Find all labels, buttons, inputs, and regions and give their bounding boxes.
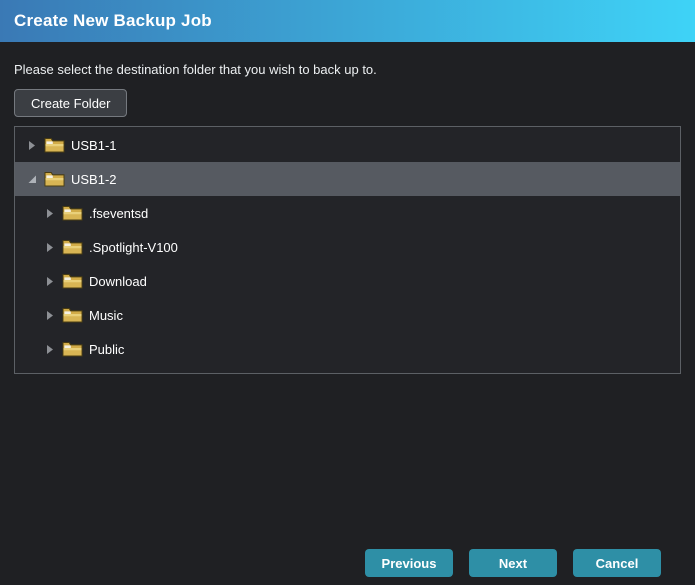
- expand-arrow-icon[interactable]: [27, 140, 37, 150]
- folder-icon: [44, 171, 65, 187]
- tree-row-label: .Spotlight-V100: [89, 239, 178, 255]
- tree-row-label: Download: [89, 273, 147, 289]
- tree-row-label: Music: [89, 307, 123, 323]
- tree-row-download[interactable]: Download: [15, 264, 680, 298]
- tree-row-label: USB1-2: [71, 171, 117, 187]
- instruction-text: Please select the destination folder tha…: [14, 62, 377, 77]
- folder-icon: [62, 239, 83, 255]
- folder-icon: [62, 273, 83, 289]
- collapse-arrow-icon[interactable]: [27, 174, 37, 184]
- tree-row-label: .fseventsd: [89, 205, 149, 221]
- expand-arrow-icon[interactable]: [45, 242, 55, 252]
- expand-arrow-icon[interactable]: [45, 310, 55, 320]
- tree-row-label: Public: [89, 341, 125, 357]
- tree-row-usb1-1[interactable]: USB1-1: [15, 128, 680, 162]
- folder-tree[interactable]: USB1-1 USB1-2 .fseventsd .Spotlight-V100 Dow…: [14, 126, 681, 374]
- dialog-title: Create New Backup Job: [14, 11, 212, 30]
- dialog-content: Please select the destination folder tha…: [0, 62, 695, 374]
- next-button[interactable]: Next: [469, 549, 557, 577]
- folder-icon: [62, 341, 83, 357]
- cancel-button[interactable]: Cancel: [573, 549, 661, 577]
- folder-icon: [62, 205, 83, 221]
- tree-row-public[interactable]: Public: [15, 332, 680, 366]
- tree-row-usb1-2[interactable]: USB1-2: [15, 162, 680, 196]
- folder-icon: [44, 137, 65, 153]
- create-backup-job-dialog: Create New Backup Job Please select the …: [0, 0, 695, 577]
- create-folder-button[interactable]: Create Folder: [14, 89, 128, 117]
- tree-row-music[interactable]: Music: [15, 298, 680, 332]
- tree-row-label: USB1-1: [71, 137, 117, 153]
- dialog-footer: Previous Next Cancel: [365, 549, 661, 577]
- tree-row-fseventsd[interactable]: .fseventsd: [15, 196, 680, 230]
- expand-arrow-icon[interactable]: [45, 344, 55, 354]
- tree-row-spotlight-v100[interactable]: .Spotlight-V100: [15, 230, 680, 264]
- previous-button[interactable]: Previous: [365, 549, 453, 577]
- expand-arrow-icon[interactable]: [45, 208, 55, 218]
- dialog-header: Create New Backup Job: [0, 0, 695, 42]
- expand-arrow-icon[interactable]: [45, 276, 55, 286]
- folder-icon: [62, 307, 83, 323]
